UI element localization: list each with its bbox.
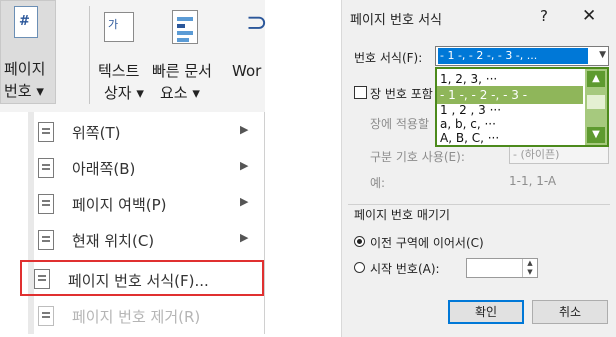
chapter-style-label: 장에 적용할 (370, 117, 430, 131)
page-number-menu: 위쪽(T) ▶ 아래쪽(B) ▶ 페이지 여백(P) ▶ 현재 위치(C) ▶ … (20, 112, 265, 334)
textbox-label-1[interactable]: 텍스트 (98, 62, 139, 80)
scroll-up-icon[interactable]: ▲ (587, 71, 605, 87)
format-option[interactable]: A, B, C, ··· (437, 129, 583, 145)
help-button[interactable]: ? (540, 7, 548, 25)
menu-item-label: 페이지 번호 서식(F)... (68, 272, 209, 290)
submenu-arrow-icon: ▶ (240, 159, 249, 172)
ok-button[interactable]: 확인 (448, 300, 524, 324)
chevron-down-icon[interactable]: ▼ (599, 50, 606, 60)
ribbon-insert-group: # 페이지 번호 ▾ 가 텍스트 상자 ▾ 빠른 문서 요소 ▾ ⊃ Wor (0, 0, 268, 112)
menu-item-label: 현재 위치(C) (72, 232, 155, 250)
wordart-icon[interactable]: ⊃ (246, 8, 268, 38)
page-bottom-icon (38, 158, 54, 178)
menu-item-label: 아래쪽(B) (72, 160, 136, 178)
group-divider (348, 204, 610, 205)
continue-label[interactable]: 이전 구역에 이어서(C) (370, 234, 484, 251)
menu-item-label: 페이지 여백(P) (72, 196, 167, 214)
include-chapter-checkbox[interactable] (354, 86, 367, 99)
separator-select[interactable]: - (하이픈) (509, 145, 609, 164)
page-margin-icon (38, 194, 54, 214)
textbox-label-2[interactable]: 상자 ▾ (104, 84, 144, 102)
separator-label: 구분 기호 사용(E): (370, 150, 465, 164)
example-value: 1-1, 1-A (509, 174, 557, 188)
menu-item-label: 위쪽(T) (72, 124, 121, 142)
page-number-icon: # (14, 6, 38, 38)
menu-item-label: 페이지 번호 제거(R) (72, 308, 201, 326)
start-at-label[interactable]: 시작 번호(A): (370, 260, 440, 277)
continue-radio[interactable] (354, 236, 365, 247)
menu-item-page-margin[interactable]: 페이지 여백(P) ▶ (34, 188, 262, 220)
page-number-button[interactable]: # 페이지 번호 ▾ (0, 0, 56, 104)
submenu-arrow-icon: ▶ (240, 123, 249, 136)
page-number-label-2: 번호 ▾ (4, 82, 44, 100)
page-top-icon (38, 122, 54, 142)
start-at-stepper[interactable]: ▲ ▼ (466, 258, 538, 278)
cancel-button[interactable]: 취소 (532, 300, 608, 324)
quick-parts-label-1[interactable]: 빠른 문서 (152, 62, 212, 80)
wordart-label[interactable]: Wor (232, 62, 261, 80)
dropdown-scrollbar[interactable]: ▲ ▼ (585, 69, 607, 145)
scroll-thumb[interactable] (587, 95, 605, 109)
include-chapter-label: 장 번호 포함 (370, 87, 433, 101)
textbox-icon[interactable]: 가 (104, 12, 134, 42)
quick-parts-label-2[interactable]: 요소 ▾ (160, 84, 200, 102)
menu-item-current-position[interactable]: 현재 위치(C) ▶ (34, 224, 262, 256)
page-number-format-dialog: 페이지 번호 서식 ? ✕ 번호 서식(F): - 1 -, - 2 -, - … (341, 0, 616, 337)
page-number-label-1: 페이지 (4, 60, 46, 78)
menu-item-remove-page-numbers: 페이지 번호 제거(R) (34, 300, 262, 332)
numbering-group-label: 페이지 번호 매기기 (354, 206, 454, 223)
quick-parts-icon[interactable] (172, 10, 198, 44)
ribbon-separator (89, 6, 90, 104)
submenu-arrow-icon: ▶ (240, 195, 249, 208)
close-icon[interactable]: ✕ (582, 6, 596, 26)
menu-item-top[interactable]: 위쪽(T) ▶ (34, 116, 262, 148)
start-at-radio[interactable] (354, 262, 365, 273)
menu-item-bottom[interactable]: 아래쪽(B) ▶ (34, 152, 262, 184)
submenu-arrow-icon: ▶ (240, 231, 249, 244)
dialog-title: 페이지 번호 서식 (350, 13, 442, 28)
number-format-label: 번호 서식(F): (354, 51, 423, 65)
current-position-icon (38, 230, 54, 250)
number-format-select[interactable]: - 1 -, - 2 -, - 3 -, ... ▼ (435, 46, 609, 66)
scroll-down-icon[interactable]: ▼ (587, 127, 605, 143)
example-label: 예: (370, 176, 386, 190)
remove-page-number-icon (38, 306, 54, 326)
menu-item-format-page-numbers[interactable]: 페이지 번호 서식(F)... (20, 260, 264, 296)
number-format-value: - 1 -, - 2 -, - 3 -, ... (438, 48, 588, 64)
stepper-arrows-icon[interactable]: ▲ ▼ (522, 259, 537, 277)
number-format-dropdown-list: 1, 2, 3, ··· - 1 -, - 2 -, - 3 - 1 , 2 ,… (435, 67, 609, 147)
format-page-number-icon (34, 269, 50, 289)
